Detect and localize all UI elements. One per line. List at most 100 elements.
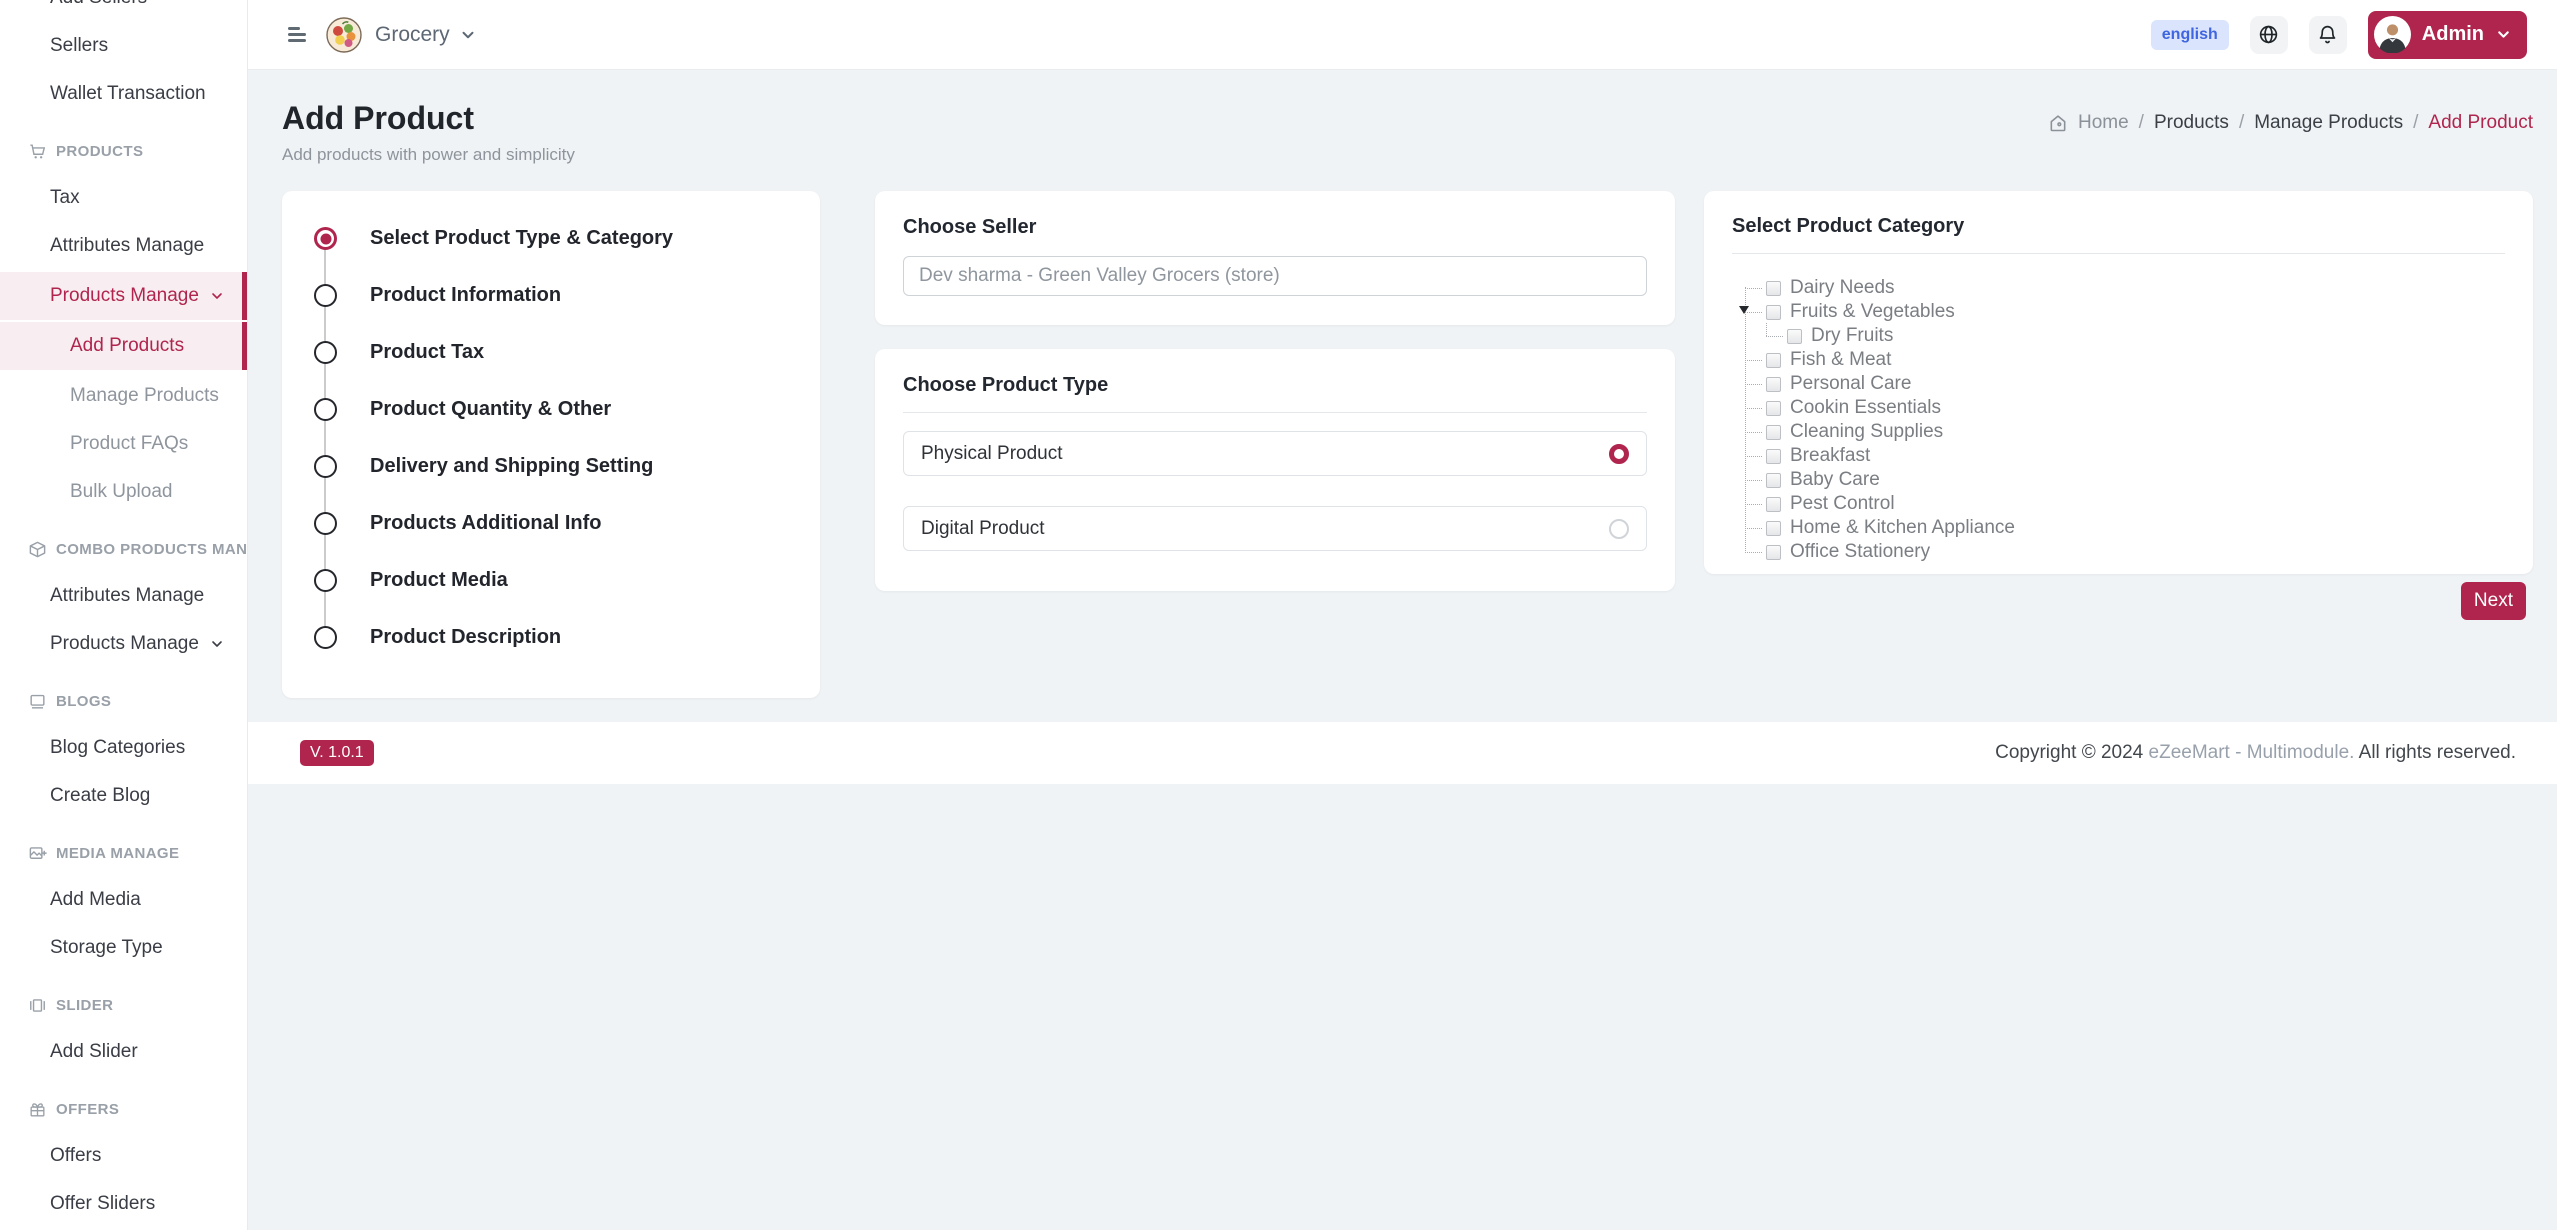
sidebar-item-create-blog[interactable]: Create Blog	[0, 772, 247, 820]
category-checkbox[interactable]	[1766, 449, 1781, 464]
sidebar-item-label: Attributes Manage	[50, 585, 204, 607]
step-radio-icon[interactable]	[314, 569, 337, 592]
sidebar-item-wallet-transaction[interactable]: Wallet Transaction	[0, 70, 247, 118]
category-checkbox[interactable]	[1766, 545, 1781, 560]
sidebar-item-add-slider[interactable]: Add Slider	[0, 1028, 247, 1076]
choose-seller-card: Choose Seller	[875, 191, 1675, 325]
home-icon	[2048, 113, 2068, 133]
sidebar-section-header: COMBO PRODUCTS MANAGE	[0, 526, 247, 572]
sidebar-item-offer-sliders[interactable]: Offer Sliders	[0, 1180, 247, 1228]
sidebar-item-label: Wallet Transaction	[50, 83, 206, 105]
stepper-step-1[interactable]: Select Product Type & Category	[314, 227, 800, 284]
step-label: Product Description	[370, 626, 561, 649]
sidebar-item-manage-products[interactable]: Manage Products	[0, 372, 247, 420]
radio-selected-icon[interactable]	[1609, 444, 1629, 464]
content-columns: Select Product Type & CategoryProduct In…	[248, 191, 2557, 698]
sidebar-item-products-manage[interactable]: Products Manage	[0, 620, 247, 668]
stepper-step-3[interactable]: Product Tax	[314, 341, 800, 398]
next-button[interactable]: Next	[2461, 582, 2526, 620]
stepper-step-4[interactable]: Product Quantity & Other	[314, 398, 800, 455]
breadcrumb-separator: /	[2139, 112, 2144, 134]
stepper-step-2[interactable]: Product Information	[314, 284, 800, 341]
sidebar-item-bulk-upload[interactable]: Bulk Upload	[0, 468, 247, 516]
sidebar-item-attributes-manage[interactable]: Attributes Manage	[0, 572, 247, 620]
radio-unselected-icon[interactable]	[1609, 519, 1629, 539]
step-label: Product Tax	[370, 341, 484, 364]
stepper-step-5[interactable]: Delivery and Shipping Setting	[314, 455, 800, 512]
category-node-home-kitchen-appliance[interactable]: Home & Kitchen Appliance	[1745, 516, 2505, 540]
seller-input[interactable]	[903, 256, 1647, 296]
breadcrumb-separator: /	[2413, 112, 2418, 134]
sidebar-item-product-faqs[interactable]: Product FAQs	[0, 420, 247, 468]
sidebar-item-offers[interactable]: Offers	[0, 1132, 247, 1180]
sidebar-item-label: Add Sellers	[50, 0, 147, 9]
version-badge: V. 1.0.1	[300, 740, 374, 766]
sidebar-item-add-sellers[interactable]: Add Sellers	[0, 0, 247, 22]
category-node-baby-care[interactable]: Baby Care	[1745, 468, 2505, 492]
sidebar-item-label: Manage Products	[70, 385, 219, 407]
sidebar-item-tax[interactable]: Tax	[0, 174, 247, 222]
gift-icon	[28, 1100, 47, 1119]
admin-menu-button[interactable]: Admin	[2368, 11, 2527, 59]
category-checkbox[interactable]	[1766, 353, 1781, 368]
category-node-pest-control[interactable]: Pest Control	[1745, 492, 2505, 516]
step-radio-icon[interactable]	[314, 227, 337, 250]
category-checkbox[interactable]	[1766, 377, 1781, 392]
breadcrumb-home[interactable]: Home	[2078, 112, 2129, 134]
step-radio-icon[interactable]	[314, 284, 337, 307]
product-type-option-digital-product[interactable]: Digital Product	[903, 506, 1647, 551]
category-node-office-stationery[interactable]: Office Stationery	[1745, 540, 2505, 564]
stepper-step-7[interactable]: Product Media	[314, 569, 800, 626]
product-type-options: Physical Product Digital Product	[903, 431, 1647, 551]
breadcrumb: Home/Products/Manage Products/Add Produc…	[2048, 112, 2533, 134]
option-label: Digital Product	[921, 518, 1045, 540]
category-checkbox[interactable]	[1766, 281, 1781, 296]
category-tree: Dairy NeedsFruits & VegetablesDry Fruits…	[1745, 276, 2505, 564]
sidebar-item-products-manage[interactable]: Products Manage	[0, 272, 247, 320]
step-radio-icon[interactable]	[314, 626, 337, 649]
breadcrumb-add-product[interactable]: Add Product	[2428, 112, 2533, 134]
category-checkbox[interactable]	[1766, 425, 1781, 440]
brand-link[interactable]: eZeeMart - Multimodule.	[2149, 742, 2355, 763]
category-node-dairy-needs[interactable]: Dairy Needs	[1745, 276, 2505, 300]
category-checkbox[interactable]	[1766, 521, 1781, 536]
category-node-cleaning-supplies[interactable]: Cleaning Supplies	[1745, 420, 2505, 444]
sidebar-item-add-products[interactable]: Add Products	[0, 322, 247, 370]
category-node-fruits-vegetables[interactable]: Fruits & Vegetables	[1745, 300, 2505, 324]
sidebar-item-blog-categories[interactable]: Blog Categories	[0, 724, 247, 772]
stepper-step-8[interactable]: Product Description	[314, 626, 800, 683]
breadcrumb-products[interactable]: Products	[2154, 112, 2229, 134]
copyright-prefix: Copyright © 2024	[1995, 742, 2143, 763]
choose-seller-heading: Choose Seller	[903, 216, 1647, 239]
notifications-button[interactable]	[2309, 16, 2347, 54]
category-children: Dry Fruits	[1766, 324, 2505, 348]
sidebar-item-storage-type[interactable]: Storage Type	[0, 924, 247, 972]
category-checkbox[interactable]	[1766, 305, 1781, 320]
category-node-fish-meat[interactable]: Fish & Meat	[1745, 348, 2505, 372]
step-radio-icon[interactable]	[314, 512, 337, 535]
tree-expanded-arrow-icon[interactable]	[1739, 306, 1749, 314]
store-switcher[interactable]: Grocery	[326, 17, 477, 53]
sidebar-section-header: BLOGS	[0, 678, 247, 724]
globe-button[interactable]	[2250, 16, 2288, 54]
category-node-personal-care[interactable]: Personal Care	[1745, 372, 2505, 396]
language-badge[interactable]: english	[2151, 20, 2229, 50]
sidebar-item-label: Products Manage	[50, 633, 199, 655]
category-node-dry-fruits[interactable]: Dry Fruits	[1766, 324, 2505, 348]
sidebar-item-attributes-manage[interactable]: Attributes Manage	[0, 222, 247, 270]
step-radio-icon[interactable]	[314, 455, 337, 478]
category-node-breakfast[interactable]: Breakfast	[1745, 444, 2505, 468]
category-checkbox[interactable]	[1787, 329, 1802, 344]
stepper-step-6[interactable]: Products Additional Info	[314, 512, 800, 569]
category-checkbox[interactable]	[1766, 473, 1781, 488]
step-radio-icon[interactable]	[314, 341, 337, 364]
sidebar-item-sellers[interactable]: Sellers	[0, 22, 247, 70]
category-checkbox[interactable]	[1766, 497, 1781, 512]
category-checkbox[interactable]	[1766, 401, 1781, 416]
category-node-cookin-essentials[interactable]: Cookin Essentials	[1745, 396, 2505, 420]
breadcrumb-manage-products[interactable]: Manage Products	[2254, 112, 2403, 134]
step-radio-icon[interactable]	[314, 398, 337, 421]
sidebar-item-add-media[interactable]: Add Media	[0, 876, 247, 924]
product-type-option-physical-product[interactable]: Physical Product	[903, 431, 1647, 476]
hamburger-menu-icon[interactable]	[288, 27, 306, 41]
